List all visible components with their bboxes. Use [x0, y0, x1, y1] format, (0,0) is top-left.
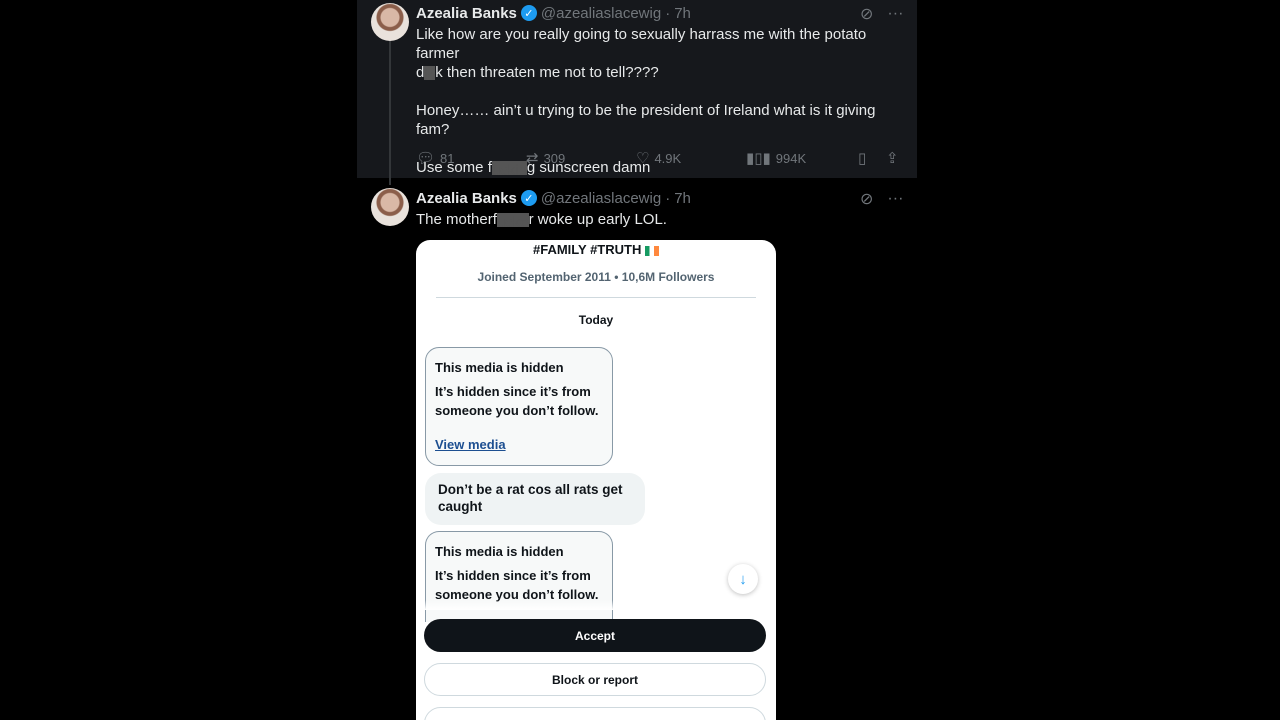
attached-image[interactable]: #FAMILY #TRUTH Joined September 2011 • 1… — [416, 240, 776, 720]
grok-icon[interactable]: ⊘ — [860, 4, 873, 24]
author-name[interactable]: Azealia Banks — [416, 5, 517, 22]
views-button[interactable]: ▮▯▮ 994K — [746, 149, 858, 167]
author-name[interactable]: Azealia Banks — [416, 190, 517, 207]
bookmark-icon: ▯ — [858, 150, 867, 167]
share-icon: ⇪ — [886, 150, 899, 167]
timestamp[interactable]: 7h — [674, 5, 691, 22]
text-segment: k then threaten me not to tell???? — [435, 64, 659, 81]
retweet-button[interactable]: ⇄ 309 — [526, 149, 636, 167]
date-label: Today — [578, 313, 614, 327]
avatar[interactable] — [371, 188, 409, 226]
tweet-line-1: Like how are you really going to sexuall… — [416, 26, 867, 62]
hidden-media-bubble: This media is hidden It’s hidden since i… — [425, 347, 613, 466]
joined-info: Joined September 2011 • 10,6M Followers — [477, 270, 715, 284]
hidden-media-title: This media is hidden — [435, 360, 564, 375]
hidden-media-body: It’s hidden since it’s from someone you … — [435, 384, 599, 418]
tweet-header: Azealia Banks ✓ @azealiaslacewig · 7h — [416, 2, 691, 24]
tweet-paragraph-2: Honey…… ain’t u trying to be the preside… — [416, 102, 876, 138]
retweet-icon: ⇄ — [526, 150, 539, 167]
tweet-actions: 💬︎ 81 ⇄ 309 ♡ 4.9K ▮▯▮ 994K ▯ ⇪ — [416, 148, 904, 168]
tweet-line-2: dick then threaten me not to tell???? — [416, 63, 906, 85]
like-icon: ♡ — [636, 150, 650, 167]
tweet-header: Azealia Banks ✓ @azealiaslacewig · 7h — [416, 187, 691, 209]
text-segment: r woke up early LOL. — [528, 211, 667, 228]
text-segment: The motherf — [416, 211, 497, 228]
profile-tags: #FAMILY #TRUTH — [416, 242, 776, 257]
author-handle[interactable]: @azealiaslacewig — [541, 190, 661, 207]
view-media-link[interactable]: View media — [435, 437, 506, 452]
like-count: 4.9K — [654, 150, 682, 166]
reply-icon: 💬︎ — [416, 150, 436, 167]
divider — [436, 297, 756, 298]
separator: · — [665, 189, 671, 207]
reply-count: 81 — [440, 150, 455, 166]
bookmark-button[interactable]: ▯ — [858, 149, 886, 167]
arrow-down-icon[interactable]: ↓ — [728, 564, 758, 594]
reply-button[interactable]: 💬︎ 81 — [416, 149, 526, 167]
block-or-report-button[interactable]: Block or report — [424, 663, 766, 696]
text-segment: d — [416, 64, 425, 81]
retweet-count: 309 — [543, 150, 566, 166]
views-icon: ▮▯▮ — [746, 150, 771, 167]
censor-block: ucke — [496, 213, 529, 232]
message-bubble: Don’t be a rat cos all rats get caught — [425, 473, 645, 525]
share-button[interactable]: ⇪ — [886, 149, 899, 167]
delete-button[interactable] — [424, 707, 766, 720]
more-icon[interactable]: ··· — [887, 190, 903, 208]
tags-text: #FAMILY #TRUTH — [533, 242, 642, 257]
hidden-media-title: This media is hidden — [435, 544, 564, 559]
thread-line — [389, 40, 391, 185]
more-icon[interactable]: ··· — [887, 5, 903, 23]
avatar[interactable] — [371, 3, 409, 41]
accept-button[interactable]: Accept — [424, 619, 766, 652]
separator: · — [665, 4, 671, 22]
hidden-media-body: It’s hidden since it’s from someone you … — [435, 568, 599, 602]
censor-block: ic — [424, 66, 436, 85]
timestamp[interactable]: 7h — [674, 190, 691, 207]
tweet-text: The motherfucker woke up early LOL. — [416, 210, 906, 232]
like-button[interactable]: ♡ 4.9K — [636, 149, 746, 167]
grok-icon[interactable]: ⊘ — [860, 189, 873, 209]
ireland-flag-icon — [644, 245, 659, 256]
verified-badge-icon: ✓ — [520, 5, 537, 21]
message-text: Don’t be a rat cos all rats get caught — [438, 482, 623, 514]
scroll-fade — [416, 600, 776, 610]
tweet-line-1: The motherfucker woke up early LOL. — [416, 210, 906, 232]
verified-badge-icon: ✓ — [520, 190, 537, 206]
tweet-header-icons: ⊘ ··· — [860, 189, 903, 209]
view-count: 994K — [775, 150, 807, 166]
tweet-header-icons: ⊘ ··· — [860, 4, 903, 24]
author-handle[interactable]: @azealiaslacewig — [541, 5, 661, 22]
